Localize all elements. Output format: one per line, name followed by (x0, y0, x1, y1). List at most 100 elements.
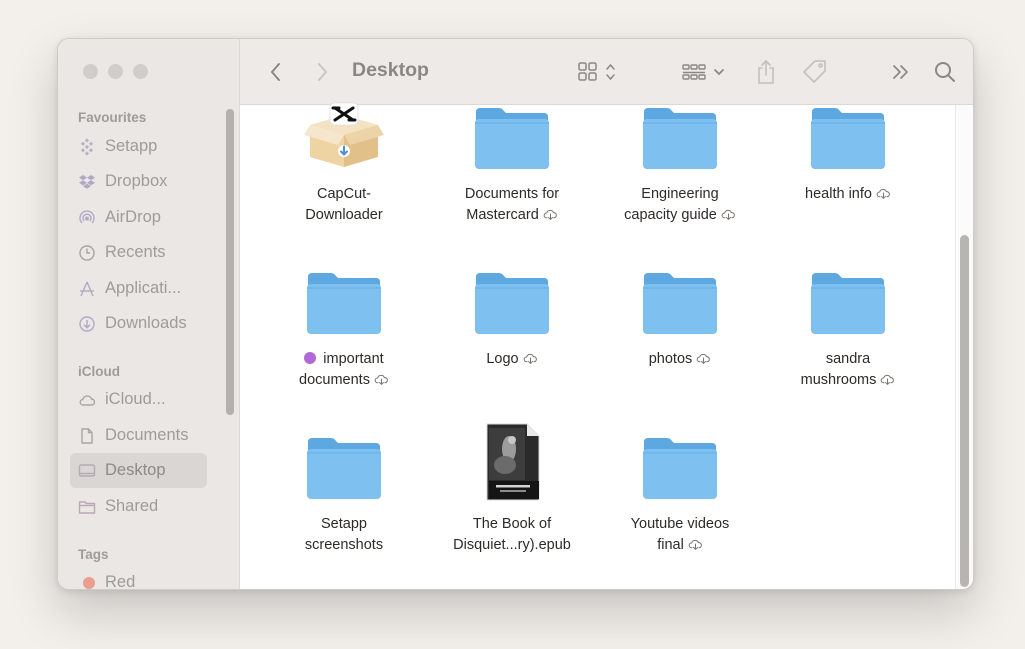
close-window-button[interactable] (83, 64, 98, 79)
folder-icon (643, 273, 717, 334)
setapp-icon (78, 137, 96, 156)
file-label: sandra mushrooms (764, 349, 932, 390)
file-item-logo[interactable]: Logo (428, 260, 596, 370)
file-name-line: Documents for (464, 186, 560, 202)
file-name-line: Engineering (641, 186, 719, 202)
file-item-sandra-mushrooms[interactable]: sandra mushrooms (764, 260, 932, 390)
file-name-line: sandra (825, 351, 871, 367)
file-name-line: capacity guide (624, 206, 717, 223)
file-name-line: photos (648, 351, 693, 367)
epub-book-icon (486, 423, 540, 501)
file-thumbnail (428, 423, 596, 501)
file-item-engineering-capacity-guide[interactable]: Engineering capacity guide (596, 95, 764, 225)
file-item-documents-for-mastercard[interactable]: Documents for Mastercard (428, 95, 596, 225)
icloud-download-icon (523, 353, 537, 364)
chevron-left-icon (271, 63, 280, 81)
content-scrollbar-thumb[interactable] (960, 235, 969, 587)
search-icon (935, 62, 955, 82)
purple-tag-dot-icon (304, 352, 317, 364)
file-name-line: CapCut- (317, 186, 371, 202)
icloud-download-icon (721, 209, 735, 220)
file-label: health info (764, 184, 932, 205)
file-item-capcut-downloader[interactable]: CapCut- Downloader (260, 95, 428, 225)
document-icon (78, 427, 96, 445)
sidebar-item-desktop[interactable]: Desktop (70, 453, 207, 488)
clock-icon (78, 244, 96, 262)
sidebar-item-label: Desktop (105, 461, 166, 479)
airdrop-icon (78, 209, 96, 227)
icloud-download-icon (876, 188, 890, 199)
cloud-icon (78, 391, 96, 409)
file-name-line: The Book of (472, 516, 552, 532)
sidebar-item-label: iCloud... (105, 390, 166, 408)
file-name-line: Logo (486, 351, 519, 367)
file-item-health-info[interactable]: health info (764, 95, 932, 205)
minimize-window-button[interactable] (108, 64, 123, 79)
sidebar-item-applications[interactable]: Applicati... (70, 271, 207, 306)
file-thumbnail (260, 260, 428, 336)
window-controls (83, 64, 148, 79)
file-thumbnail (596, 260, 764, 336)
file-thumbnail (260, 95, 428, 171)
folder-icon (475, 108, 549, 169)
sidebar-item-recents[interactable]: Recents (70, 235, 207, 270)
file-grid: CapCut- Downloader Documents for Mastercard… (240, 102, 973, 589)
file-name-line: mushrooms (800, 371, 877, 388)
file-thumbnail (596, 95, 764, 171)
sidebar-item-label: Downloads (105, 314, 187, 332)
sidebar-item-shared[interactable]: Shared (70, 489, 207, 524)
search-button[interactable] (928, 39, 962, 105)
file-label: Youtube videos final (596, 514, 764, 555)
download-icon (78, 315, 96, 333)
zoom-window-button[interactable] (133, 64, 148, 79)
sidebar-item-downloads[interactable]: Downloads (70, 306, 207, 341)
sidebar-section-tags: Tags (78, 547, 109, 562)
file-item-photos[interactable]: photos (596, 260, 764, 370)
folder-icon (643, 108, 717, 169)
sidebar-item-setapp[interactable]: Setapp (70, 129, 207, 164)
file-name-line: important (323, 351, 384, 367)
icloud-download-icon (543, 209, 557, 220)
applications-icon (78, 280, 96, 298)
sidebar-item-label: Setapp (105, 137, 158, 155)
file-name-line: Mastercard (466, 206, 539, 223)
file-item-important-documents[interactable]: important documents (260, 260, 428, 390)
desktop-icon (78, 462, 96, 480)
file-item-youtube-videos-final[interactable]: Youtube videos final (596, 425, 764, 555)
sidebar-item-label: Recents (105, 243, 166, 261)
folder-icon (811, 273, 885, 334)
file-label: Engineering capacity guide (596, 184, 764, 225)
icloud-download-icon (696, 353, 711, 364)
sidebar-item-airdrop[interactable]: AirDrop (70, 200, 207, 235)
sidebar-section-icloud: iCloud (78, 364, 120, 379)
sidebar-scrollbar[interactable] (226, 109, 234, 415)
file-name-line: final (657, 536, 684, 553)
file-label: The Book of Disquiet...ry).epub (428, 514, 596, 555)
folder-icon (307, 273, 381, 334)
file-label: Documents for Mastercard (428, 184, 596, 225)
sidebar-item-label: Applicati... (105, 279, 182, 297)
double-chevron-right-icon (893, 65, 908, 79)
file-thumbnail (428, 260, 596, 336)
icon-grid-view-icon (578, 62, 615, 81)
file-label: important documents (260, 349, 428, 390)
sidebar-section-favourites: Favourites (78, 110, 147, 125)
sidebar-item-dropbox[interactable]: Dropbox (70, 164, 207, 199)
file-item-the-book-of-disquiet-ry-epub[interactable]: The Book of Disquiet...ry).epub (428, 423, 596, 555)
sidebar-item-icloud-drive[interactable]: iCloud... (70, 382, 207, 417)
file-name-line: Youtube videos (630, 516, 730, 532)
file-name-line: screenshots (304, 536, 384, 553)
red-tag-dot-icon (78, 574, 96, 590)
sidebar-item-tag-red[interactable]: Red (70, 565, 207, 590)
group-grid-icon (682, 64, 724, 80)
file-item-setapp-screenshots[interactable]: Setapp screenshots (260, 425, 428, 555)
file-name-line: Downloader (305, 206, 383, 223)
file-thumbnail (764, 95, 932, 171)
sidebar-item-label: Documents (105, 426, 189, 444)
sidebar-item-documents[interactable]: Documents (70, 418, 207, 453)
sidebar-item-label: Red (105, 573, 136, 590)
icloud-download-icon (688, 539, 702, 550)
file-name-line: Disquiet...ry).epub (453, 536, 571, 553)
folder-icon (811, 108, 885, 169)
folder-icon (643, 438, 717, 499)
